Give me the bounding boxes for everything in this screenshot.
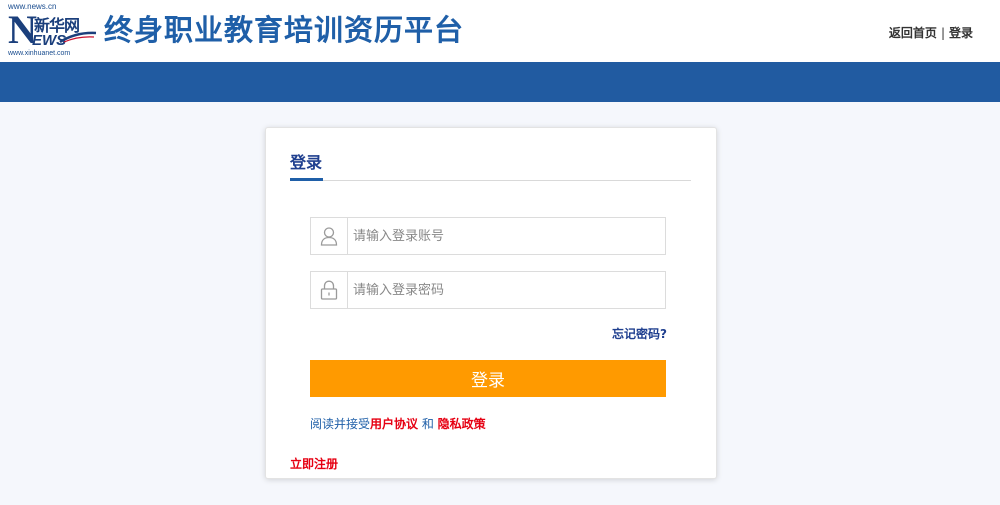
privacy-policy-link[interactable]: 隐私政策 [438,417,486,431]
agreement-and: 和 [418,417,438,431]
active-tab-underline [290,178,323,181]
site-title: 终身职业教育培训资历平台 [104,13,465,47]
user-agreement-link[interactable]: 用户协议 [370,417,418,431]
agreement-prefix: 阅读并接受 [310,417,371,431]
logo-bottom-text: www.xinhuanet.com [8,50,71,57]
user-icon [311,218,348,254]
password-field [310,271,666,309]
password-input[interactable] [353,272,653,308]
register-link[interactable]: 立即注册 [290,455,338,472]
account-field [310,217,666,255]
forgot-password-link[interactable]: 忘记密码? [612,325,667,342]
home-link[interactable]: 返回首页 [889,26,937,40]
logo-swoosh-icon [59,31,97,44]
account-input[interactable] [353,218,653,254]
top-nav: 返回首页 | 登录 [889,24,973,41]
xinhua-logo[interactable]: www.news.cn N 新华网 EWS www.xinhuanet.com [6,2,97,60]
title-divider [290,180,691,181]
login-tab-title[interactable]: 登录 [290,149,322,173]
lock-icon [311,272,348,308]
agreement-text: 阅读并接受用户协议 和 隐私政策 [310,415,486,432]
nav-separator: | [940,26,945,40]
login-card: 登录 忘记密码? 登录 阅读并接受用户协议 和 隐私政策 立即注册 [265,127,717,479]
login-button[interactable]: 登录 [310,360,666,397]
top-login-link[interactable]: 登录 [949,26,973,40]
header-band [0,62,1000,102]
header: www.news.cn N 新华网 EWS www.xinhuanet.com … [0,0,1000,62]
